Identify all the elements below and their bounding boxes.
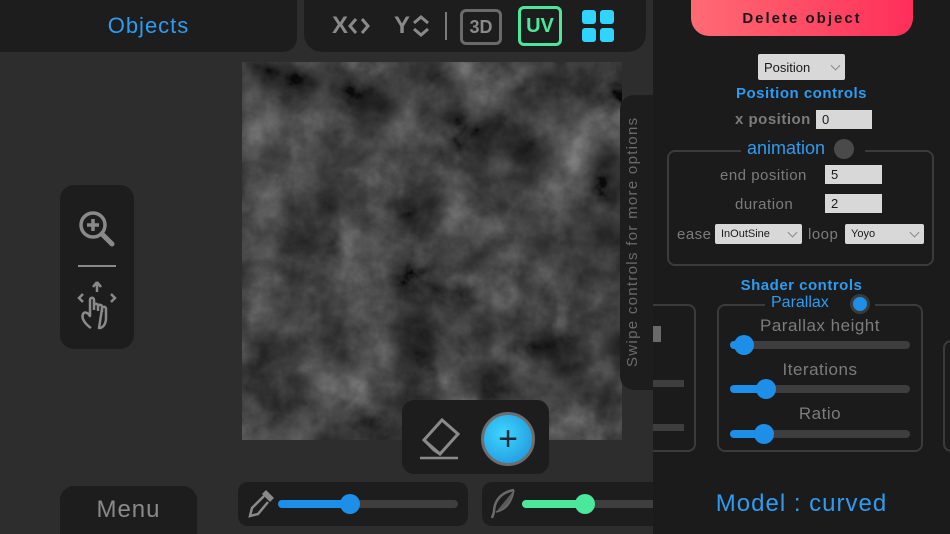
brush-size-slider[interactable] <box>278 494 458 514</box>
loop-select-value: Yoyo <box>851 228 876 240</box>
end-position-label: end position <box>720 167 807 184</box>
model-name-label: Model : curved <box>715 490 888 517</box>
object-properties-panel: Delete object Position Position controls… <box>653 0 950 534</box>
x-flip-button[interactable]: X <box>328 8 374 44</box>
grid-view-button[interactable] <box>580 8 616 44</box>
view-toolbar: X Y 3D UV <box>304 0 646 52</box>
swipe-hint-text: Swipe controls for more options <box>624 116 641 367</box>
iterations-slider[interactable] <box>730 379 910 399</box>
brush-size-panel <box>238 482 468 526</box>
eyedropper-icon[interactable] <box>246 488 276 520</box>
x-axis-label: X <box>331 12 348 39</box>
view-3d-button[interactable]: 3D <box>460 9 502 45</box>
chevron-down-icon <box>830 60 841 71</box>
toolbar-divider <box>445 12 447 40</box>
parallax-label: Parallax <box>771 294 829 311</box>
pan-hand-icon[interactable] <box>77 280 117 332</box>
chevron-down-icon <box>909 227 920 238</box>
shader-controls-title: Shader controls <box>740 277 863 294</box>
softness-panel <box>482 482 662 526</box>
position-controls-title: Position controls <box>735 85 867 102</box>
x-arrows-icon <box>348 18 370 34</box>
zoom-in-icon[interactable] <box>77 209 117 249</box>
zoom-pan-panel <box>60 185 134 349</box>
hidden-slider-handle <box>653 326 661 342</box>
view-uv-button[interactable]: UV <box>518 6 562 46</box>
hidden-slider-track <box>653 380 684 387</box>
duration-label: duration <box>735 196 794 213</box>
eraser-icon[interactable] <box>418 414 462 460</box>
duration-field[interactable]: 2 <box>825 194 882 213</box>
zoom-divider <box>78 265 116 267</box>
ratio-label: Ratio <box>798 404 842 423</box>
ease-select[interactable]: InOutSine <box>715 224 802 244</box>
parallax-toggle-on <box>853 297 867 311</box>
chevron-down-icon <box>787 227 798 238</box>
parallax-height-slider[interactable] <box>730 335 910 355</box>
parallax-height-label: Parallax height <box>760 316 880 335</box>
uv-texture-canvas[interactable] <box>242 62 622 440</box>
ratio-slider[interactable] <box>730 424 910 444</box>
loop-select[interactable]: Yoyo <box>845 224 924 244</box>
delete-object-button[interactable]: Delete object <box>691 0 913 36</box>
mode-select[interactable]: Position <box>758 54 845 80</box>
y-arrows-icon <box>413 15 429 37</box>
grid-icon <box>582 10 614 42</box>
x-position-label: x position <box>735 111 811 128</box>
x-position-field[interactable]: 0 <box>816 110 872 129</box>
softness-handle[interactable] <box>575 494 595 514</box>
brush-size-handle[interactable] <box>340 494 360 514</box>
animation-label: animation <box>747 138 826 158</box>
mode-select-value: Position <box>764 59 811 75</box>
y-axis-label: Y <box>393 12 410 39</box>
cloud-noise-texture <box>242 62 622 440</box>
iterations-handle[interactable] <box>756 379 776 399</box>
feather-icon[interactable] <box>488 488 518 520</box>
ease-select-value: InOutSine <box>721 228 770 240</box>
hidden-controls-group-left <box>653 304 696 452</box>
objects-button[interactable]: Objects <box>0 0 297 52</box>
ease-label: ease <box>677 226 712 243</box>
hidden-slider-track <box>653 424 684 431</box>
hidden-controls-group-right <box>943 340 950 452</box>
parallax-toggle[interactable] <box>850 294 870 314</box>
iterations-label: Iterations <box>782 360 858 379</box>
end-position-field[interactable]: 5 <box>825 165 882 184</box>
loop-label: loop <box>808 226 839 243</box>
parallax-legend: Parallax <box>765 294 875 314</box>
animation-toggle[interactable] <box>834 139 854 159</box>
animation-legend: animation <box>741 138 865 160</box>
add-button[interactable]: + <box>481 412 535 466</box>
paint-tools-panel: + <box>402 400 549 474</box>
softness-slider[interactable] <box>522 494 662 514</box>
menu-button[interactable]: Menu <box>60 486 197 534</box>
y-flip-button[interactable]: Y <box>390 8 436 44</box>
